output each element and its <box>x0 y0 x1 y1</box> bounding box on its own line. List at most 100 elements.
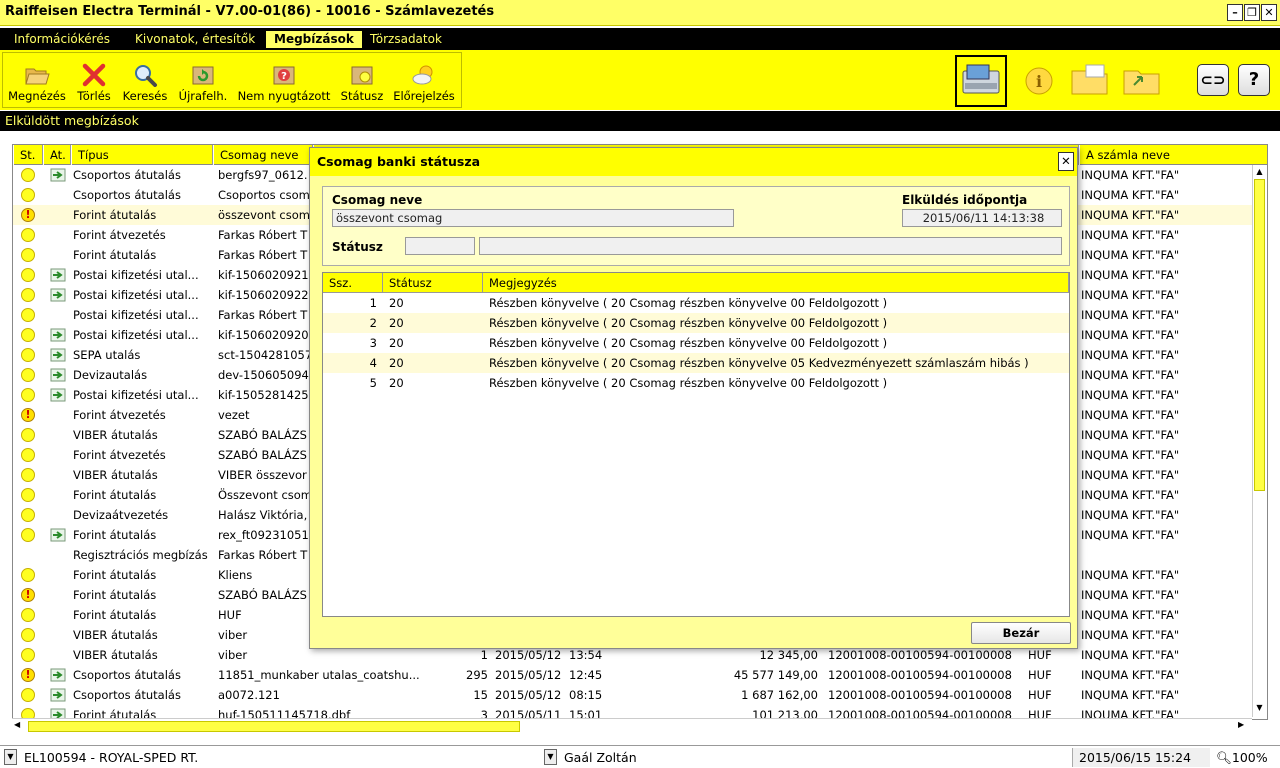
row-type: VIBER átutalás <box>73 628 158 642</box>
menu-informaciokeres[interactable]: Információkérés <box>6 31 118 48</box>
sent-arrow-icon <box>50 528 66 542</box>
row-account-name: INQUMA KFT."FA" <box>1081 568 1180 582</box>
info-module-button[interactable]: i <box>1012 55 1064 107</box>
status-ok-icon <box>21 228 35 242</box>
status-row[interactable]: 5 20 Részben könyvelve ( 20 Csomag részben… <box>323 373 1069 393</box>
row-amount: 45 577 149,00 <box>733 668 818 682</box>
ujrafelh-button[interactable]: Újrafelh. <box>175 53 231 107</box>
status-ok-icon <box>21 488 35 502</box>
dialog-title: Csomag banki státusza <box>310 148 1077 176</box>
row-package: Farkas Róbert T <box>218 548 308 562</box>
status-ok-icon <box>21 348 35 362</box>
menu-torzsadatok[interactable]: Törzsadatok <box>362 31 450 48</box>
nem-nyugtazott-button[interactable]: ? Nem nyugtázott <box>235 53 333 107</box>
bezar-button[interactable]: Bezár <box>971 622 1071 644</box>
col-tipus[interactable]: Típus <box>71 145 213 165</box>
row-package: Farkas Róbert T <box>218 248 308 262</box>
row-type: Forint átutalás <box>73 568 157 582</box>
status-row[interactable]: 3 20 Részben könyvelve ( 20 Csomag részben… <box>323 333 1069 353</box>
row-comment: Részben könyvelve ( 20 Csomag részben kö… <box>489 316 888 330</box>
table-row[interactable]: ! Csoportos átutalás 11851_munkaber utalas… <box>13 665 1253 685</box>
recycle-icon <box>192 66 214 85</box>
scroll-left-icon[interactable]: ◀ <box>14 720 20 729</box>
row-type: Postai kifizetési utal... <box>73 288 199 302</box>
col-ssz[interactable]: Ssz. <box>323 273 383 293</box>
package-name-field[interactable]: összevont csomag <box>332 209 734 227</box>
restore-button[interactable]: ❐ <box>1244 4 1260 21</box>
elorejelzes-label: Előrejelzés <box>393 89 455 103</box>
row-account-name: INQUMA KFT."FA" <box>1081 468 1180 482</box>
col-st[interactable]: St. <box>13 145 43 165</box>
menu-megbizasok[interactable]: Megbízások <box>266 31 362 48</box>
minimize-button[interactable]: – <box>1227 4 1243 21</box>
close-window-button[interactable]: ✕ <box>1261 4 1277 21</box>
elorejelzes-button[interactable]: Előrejelzés <box>391 53 457 107</box>
kereses-button[interactable]: Keresés <box>119 53 171 107</box>
status-row[interactable]: 2 20 Részben könyvelve ( 20 Csomag részben… <box>323 313 1069 333</box>
torles-button[interactable]: Törlés <box>71 53 117 107</box>
folder-module-button[interactable] <box>1064 55 1116 107</box>
horizontal-scroll-thumb[interactable] <box>28 721 520 732</box>
row-package: Összevont csom <box>218 488 312 502</box>
col-at[interactable]: At. <box>43 145 71 165</box>
status-row[interactable]: 1 20 Részben könyvelve ( 20 Csomag részben… <box>323 293 1069 313</box>
vertical-scroll-thumb[interactable] <box>1254 179 1265 491</box>
col-megjegyzes[interactable]: Megjegyzés <box>483 273 1069 293</box>
row-package: Kliens <box>218 568 253 582</box>
status-ok-icon <box>21 508 35 522</box>
zoom-indicator[interactable]: 🔍︎100% <box>1212 748 1280 767</box>
menu-kivonatok[interactable]: Kivonatok, értesítők <box>127 31 263 48</box>
horizontal-scrollbar[interactable]: ◀ ▶ <box>12 718 1252 733</box>
dialog-close-button[interactable]: ✕ <box>1058 152 1074 171</box>
row-status-code: 20 <box>389 356 404 370</box>
delete-x-icon <box>82 63 106 87</box>
row-type: Csoportos átutalás <box>73 168 181 182</box>
svg-text:i: i <box>1036 72 1042 91</box>
help-button[interactable]: ? <box>1238 64 1270 96</box>
transfer-module-button[interactable] <box>955 55 1007 107</box>
status-ok-icon <box>21 628 35 642</box>
col-csomag-neve[interactable]: Csomag neve <box>213 145 313 165</box>
exchange-module-button[interactable] <box>1116 55 1168 107</box>
row-package: SZABÓ BALÁZS <box>218 448 307 462</box>
row-type: Forint átutalás <box>73 248 157 262</box>
status-history-table: Ssz. Státusz Megjegyzés 1 20 Részben könyv… <box>322 272 1070 617</box>
col-statusz[interactable]: Státusz <box>383 273 483 293</box>
col-szamla-neve[interactable]: A számla neve <box>1079 145 1267 165</box>
sent-arrow-icon <box>50 348 66 362</box>
row-number: 2 <box>369 316 377 330</box>
user-dropdown-icon[interactable]: ▼ <box>544 749 557 765</box>
row-package: a0072.121 <box>218 688 280 702</box>
row-package: kif-1506020920 <box>218 328 309 342</box>
row-type: Csoportos átutalás <box>73 188 181 202</box>
row-package: kif-1506020921 <box>218 268 309 282</box>
vertical-scrollbar[interactable]: ▲ ▼ <box>1252 165 1266 717</box>
table-row[interactable]: Csoportos átutalás a0072.121 15 2015/05/12 0… <box>13 685 1253 705</box>
status-text-field[interactable] <box>479 237 1062 255</box>
account-selector[interactable]: EL100594 - ROYAL-SPED RT. <box>24 748 534 767</box>
scroll-up-icon[interactable]: ▲ <box>1254 167 1265 177</box>
statusz-button[interactable]: Státusz <box>337 53 387 107</box>
status-ok-icon <box>21 188 35 202</box>
row-package: Farkas Róbert T <box>218 308 308 322</box>
row-amount: 1 687 162,00 <box>741 688 818 702</box>
sent-time-field[interactable]: 2015/06/11 14:13:38 <box>902 209 1062 227</box>
account-dropdown-icon[interactable]: ▼ <box>4 749 17 765</box>
row-package: rex_ft09231051 <box>218 528 309 542</box>
link-button[interactable]: ⊂⊃ <box>1197 64 1229 96</box>
row-type: Forint átutalás <box>73 208 157 222</box>
row-type: VIBER átutalás <box>73 428 158 442</box>
row-account-name: INQUMA KFT."FA" <box>1081 228 1180 242</box>
status-warning-icon: ! <box>21 208 35 222</box>
section-title: Elküldött megbízások <box>0 111 1280 131</box>
scroll-down-icon[interactable]: ▼ <box>1254 703 1265 713</box>
status-row[interactable]: 4 20 Részben könyvelve ( 20 Csomag részben… <box>323 353 1069 373</box>
window-title: Raiffeisen Electra Terminál - V7.00-01(8… <box>5 4 495 19</box>
row-type: Forint átvezetés <box>73 408 166 422</box>
row-account-name: INQUMA KFT."FA" <box>1081 188 1180 202</box>
status-code-field[interactable] <box>405 237 475 255</box>
row-account-name: INQUMA KFT."FA" <box>1081 488 1180 502</box>
row-package: dev-150605094 <box>218 368 309 382</box>
megnezes-button[interactable]: Megnézés <box>7 53 67 107</box>
scroll-right-icon[interactable]: ▶ <box>1238 720 1244 729</box>
